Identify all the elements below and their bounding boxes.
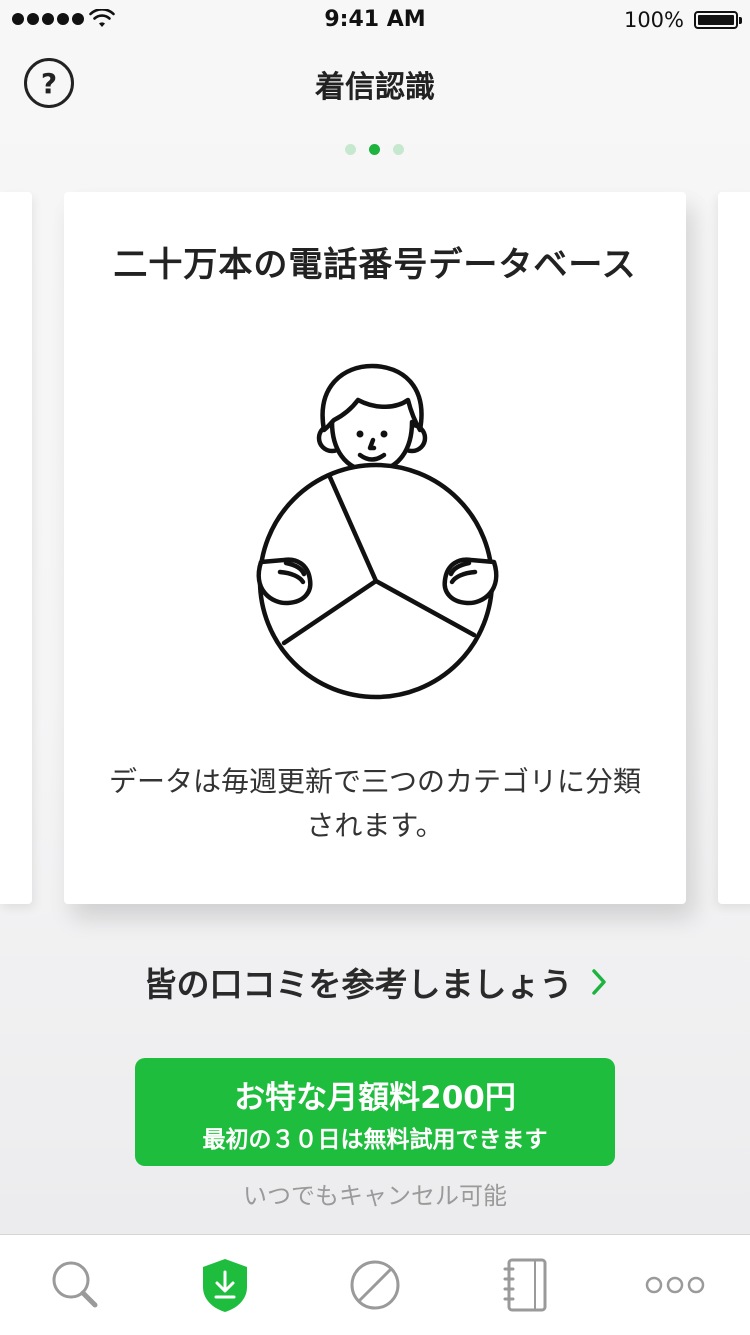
tab-notebook[interactable] [450,1235,600,1335]
tab-more[interactable] [600,1235,750,1335]
card-description: データは毎週更新で三つのカテゴリに分類 されます。 [94,760,656,848]
page-dot[interactable] [393,144,404,155]
previous-card[interactable] [0,192,32,904]
chevron-right-icon [591,969,606,995]
more-icon [645,1276,705,1294]
shield-download-icon [203,1259,247,1312]
tab-block[interactable] [300,1235,450,1335]
next-card[interactable] [718,192,750,904]
page-title: 着信認識 [315,70,435,105]
card-title: 二十万本の電話番号データベース [113,245,637,285]
block-icon [350,1260,400,1310]
feature-card[interactable]: 二十万本の電話番号データベース データは毎週更新で三つのカテゴリに分類 されます… [64,192,686,904]
page-dot[interactable] [345,144,356,155]
search-icon [52,1261,98,1308]
subscribe-button-trial: 最初の３０日は無料試用できます [202,1127,548,1153]
person-holding-pie-chart-illustration [256,363,499,700]
tab-bar [0,1234,750,1335]
card-description-line-2: されます。 [306,809,444,842]
subscribe-button[interactable]: お特な月額料200円 最初の３０日は無料試用できます [135,1058,615,1166]
cancel-note: いつでもキャンセル可能 [243,1182,507,1210]
notebook-icon [503,1258,547,1312]
battery-icon [694,11,742,29]
status-bar: 9:41 AM 100% [0,0,750,40]
page-dot-active[interactable] [369,144,380,155]
page-indicator [345,144,404,155]
reviews-link-label: 皆の口コミを参考しましょう [143,965,573,1004]
card-description-line-1: データは毎週更新で三つのカテゴリに分類 [108,765,641,798]
battery-percent: 100% [623,8,684,32]
reviews-link[interactable]: 皆の口コミを参考しましょう [0,958,750,1006]
subscribe-button-price: お特な月額料200円 [234,1080,516,1116]
tab-shield[interactable] [150,1235,300,1335]
tab-search[interactable] [0,1235,150,1335]
